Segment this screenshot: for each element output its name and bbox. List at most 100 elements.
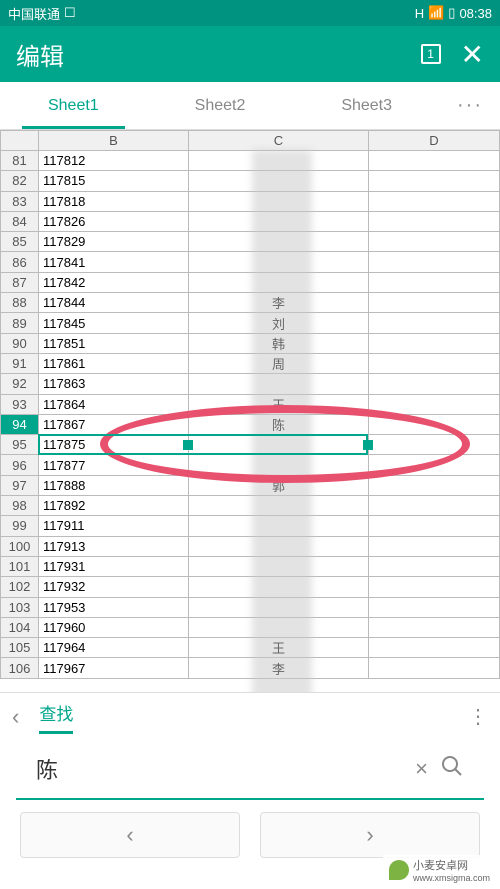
row-header[interactable]: 87 — [1, 272, 39, 292]
table-row[interactable]: 85117829 — [1, 232, 500, 252]
cell-c[interactable] — [189, 536, 369, 556]
cell-d[interactable] — [369, 556, 500, 576]
cell-d[interactable] — [369, 272, 500, 292]
cell-b[interactable]: 117851 — [39, 333, 189, 353]
cell-c[interactable]: 刘 — [189, 313, 369, 333]
cell-b[interactable]: 117932 — [39, 577, 189, 597]
cell-c[interactable] — [189, 577, 369, 597]
cell-d[interactable] — [369, 333, 500, 353]
table-row[interactable]: 95117875 — [1, 435, 500, 455]
cell-b[interactable]: 117845 — [39, 313, 189, 333]
row-header[interactable]: 98 — [1, 496, 39, 516]
table-row[interactable]: 100117913 — [1, 536, 500, 556]
col-header-b[interactable]: B — [39, 131, 189, 151]
table-row[interactable]: 94117867陈 — [1, 414, 500, 434]
table-row[interactable]: 103117953 — [1, 597, 500, 617]
cell-d[interactable] — [369, 435, 500, 455]
table-row[interactable]: 92117863 — [1, 374, 500, 394]
cell-d[interactable] — [369, 617, 500, 637]
table-row[interactable]: 89117845刘 — [1, 313, 500, 333]
close-icon[interactable]: ✕ — [461, 38, 484, 71]
cell-d[interactable] — [369, 577, 500, 597]
row-header[interactable]: 81 — [1, 151, 39, 171]
clear-icon[interactable]: × — [415, 756, 428, 782]
cell-d[interactable] — [369, 638, 500, 658]
cell-d[interactable] — [369, 536, 500, 556]
search-icon[interactable] — [440, 754, 464, 784]
table-row[interactable]: 86117841 — [1, 252, 500, 272]
table-row[interactable]: 91117861周 — [1, 353, 500, 373]
cell-d[interactable] — [369, 394, 500, 414]
cell-b[interactable]: 117864 — [39, 394, 189, 414]
cell-c[interactable] — [189, 374, 369, 394]
cell-b[interactable]: 117861 — [39, 353, 189, 373]
page-count-icon[interactable]: 1 — [421, 44, 441, 64]
cell-d[interactable] — [369, 293, 500, 313]
cell-b[interactable]: 117842 — [39, 272, 189, 292]
row-header[interactable]: 93 — [1, 394, 39, 414]
cell-c[interactable]: 李 — [189, 293, 369, 313]
cell-c[interactable] — [189, 151, 369, 171]
cell-d[interactable] — [369, 353, 500, 373]
row-header[interactable]: 101 — [1, 556, 39, 576]
cell-c[interactable] — [189, 232, 369, 252]
cell-c[interactable] — [189, 516, 369, 536]
cell-b[interactable]: 117931 — [39, 556, 189, 576]
cell-b[interactable]: 117964 — [39, 638, 189, 658]
row-header[interactable]: 85 — [1, 232, 39, 252]
find-tab-label[interactable]: 查找 — [39, 700, 73, 734]
table-row[interactable]: 93117864王 — [1, 394, 500, 414]
cell-d[interactable] — [369, 232, 500, 252]
row-header[interactable]: 99 — [1, 516, 39, 536]
cell-b[interactable]: 117967 — [39, 658, 189, 678]
cell-b[interactable]: 117829 — [39, 232, 189, 252]
cell-d[interactable] — [369, 475, 500, 495]
table-row[interactable]: 81117812 — [1, 151, 500, 171]
cell-b[interactable]: 117960 — [39, 617, 189, 637]
row-header[interactable]: 82 — [1, 171, 39, 191]
cell-c[interactable]: 陈 — [189, 414, 369, 434]
cell-c[interactable]: 王 — [189, 394, 369, 414]
table-row[interactable]: 104117960 — [1, 617, 500, 637]
table-row[interactable]: 96117877 — [1, 455, 500, 475]
cell-c[interactable] — [189, 272, 369, 292]
cell-b[interactable]: 117911 — [39, 516, 189, 536]
table-row[interactable]: 83117818 — [1, 191, 500, 211]
cell-b[interactable]: 117877 — [39, 455, 189, 475]
cell-b[interactable]: 117863 — [39, 374, 189, 394]
row-header[interactable]: 95 — [1, 435, 39, 455]
cell-c[interactable] — [189, 171, 369, 191]
cell-c[interactable]: 李 — [189, 658, 369, 678]
tab-sheet1[interactable]: Sheet1 — [0, 82, 147, 129]
table-row[interactable]: 98117892 — [1, 496, 500, 516]
cell-b[interactable]: 117844 — [39, 293, 189, 313]
cell-c[interactable]: 韩 — [189, 333, 369, 353]
find-next-button[interactable]: › — [260, 812, 480, 858]
find-back-button[interactable]: ‹ — [12, 704, 19, 730]
row-header[interactable]: 106 — [1, 658, 39, 678]
cell-c[interactable] — [189, 191, 369, 211]
cell-b[interactable]: 117913 — [39, 536, 189, 556]
cell-b[interactable]: 117953 — [39, 597, 189, 617]
cell-d[interactable] — [369, 496, 500, 516]
table-row[interactable]: 102117932 — [1, 577, 500, 597]
cell-c[interactable]: 王 — [189, 638, 369, 658]
cell-c[interactable]: 郭 — [189, 475, 369, 495]
cell-b[interactable]: 117875 — [39, 435, 189, 455]
cell-c[interactable] — [189, 252, 369, 272]
cell-c[interactable] — [189, 617, 369, 637]
row-header[interactable]: 103 — [1, 597, 39, 617]
col-header-c[interactable]: C — [189, 131, 369, 151]
cell-c[interactable] — [189, 455, 369, 475]
cell-d[interactable] — [369, 171, 500, 191]
spreadsheet[interactable]: B C D 8111781282117815831178188411782685… — [0, 130, 500, 692]
row-header[interactable]: 97 — [1, 475, 39, 495]
find-more-icon[interactable]: ⋮ — [468, 704, 488, 729]
row-header[interactable]: 100 — [1, 536, 39, 556]
table-row[interactable]: 97117888郭 — [1, 475, 500, 495]
table-row[interactable]: 101117931 — [1, 556, 500, 576]
cell-d[interactable] — [369, 597, 500, 617]
cell-d[interactable] — [369, 455, 500, 475]
table-row[interactable]: 90117851韩 — [1, 333, 500, 353]
cell-c[interactable] — [189, 556, 369, 576]
